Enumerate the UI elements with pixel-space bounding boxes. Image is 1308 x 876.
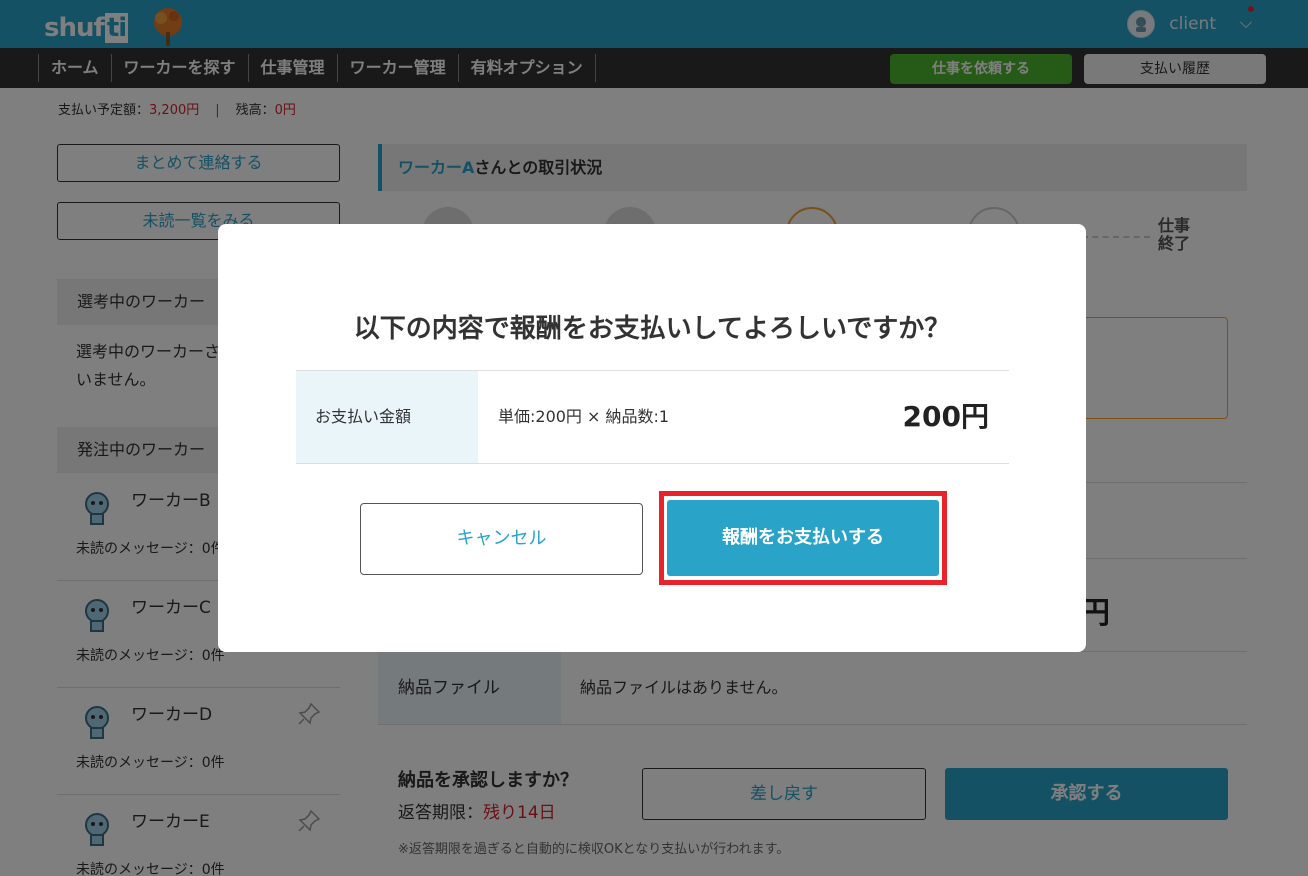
payment-amount-label: お支払い金額 <box>296 371 478 463</box>
dialog-title: 以下の内容で報酬をお支払いしてよろしいですか？ <box>353 314 951 344</box>
payment-amount-total: 200円 <box>902 400 989 433</box>
cancel-button[interactable]: キャンセル <box>360 503 643 575</box>
payment-amount-detail: 単価:200円 × 納品数:1 <box>498 407 670 426</box>
pay-reward-button[interactable]: 報酬をお支払いする <box>667 500 939 576</box>
payment-confirm-dialog: 以下の内容で報酬をお支払いしてよろしいですか？ お支払い金額 単価:200円 ×… <box>218 224 1086 652</box>
payment-amount-table: お支払い金額 単価:200円 × 納品数:1 200円 <box>296 370 1009 464</box>
